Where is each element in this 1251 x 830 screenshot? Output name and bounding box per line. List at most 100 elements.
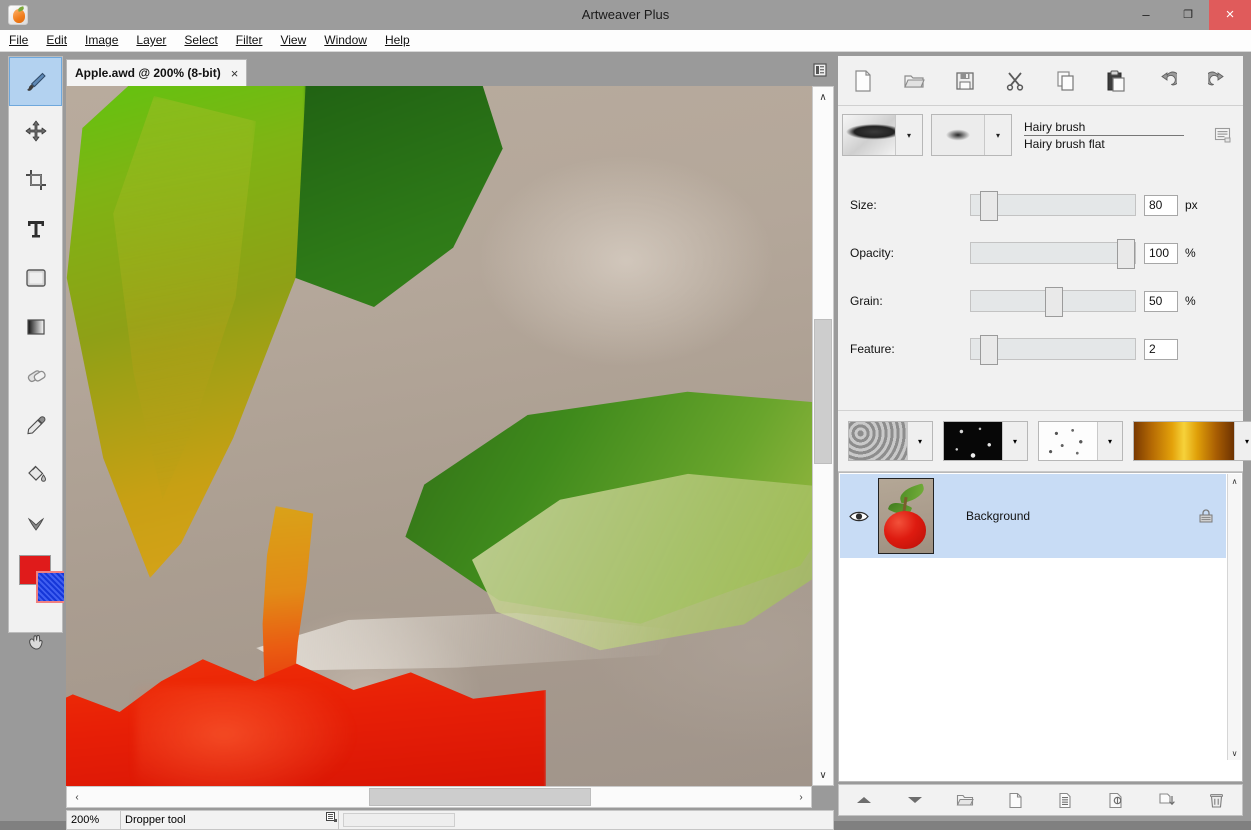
brush-options-icon[interactable] <box>1203 127 1243 143</box>
flow-map-dropdown-arrow[interactable]: ▾ <box>1002 422 1027 460</box>
document-tab-strip: Apple.awd @ 200% (8-bit) × <box>64 56 836 86</box>
gradient-tool[interactable] <box>9 302 62 351</box>
fill-tool[interactable] <box>9 449 62 498</box>
layer-lock-icon[interactable] <box>1186 508 1226 524</box>
size-slider-track[interactable] <box>970 194 1136 216</box>
brush-tool[interactable] <box>9 57 62 106</box>
scroll-down-button[interactable]: ∨ <box>813 765 833 785</box>
document-properties-icon[interactable] <box>812 62 828 78</box>
zoom-level-field[interactable]: 200% <box>67 811 121 829</box>
menu-select[interactable]: Select <box>175 30 226 51</box>
brush-variant-dropdown-arrow[interactable]: ▾ <box>984 115 1011 155</box>
dropper-tool[interactable] <box>9 400 62 449</box>
horizontal-scroll-thumb[interactable] <box>369 788 591 806</box>
copy-button[interactable] <box>1041 57 1092 105</box>
feature-slider-track[interactable] <box>970 338 1136 360</box>
menu-file[interactable]: File <box>0 30 37 51</box>
delete-layer-button[interactable] <box>1192 785 1242 815</box>
flow-map-combo[interactable]: ▾ <box>943 421 1028 461</box>
cut-button[interactable] <box>990 57 1041 105</box>
brush-category-combo[interactable]: ▾ <box>842 114 923 156</box>
lower-layer-button[interactable] <box>889 785 939 815</box>
scissors-icon <box>1005 71 1025 91</box>
canvas-artwork[interactable] <box>66 86 812 786</box>
menu-filter[interactable]: Filter <box>227 30 272 51</box>
grain-slider-knob[interactable] <box>1045 287 1063 317</box>
smudge-tool[interactable] <box>9 498 62 547</box>
maximize-icon: ❐ <box>1167 0 1209 30</box>
table-row[interactable]: Background <box>840 474 1226 558</box>
layers-scroll-down-button[interactable]: ∨ <box>1228 746 1241 760</box>
paper-texture-dropdown-arrow[interactable]: ▾ <box>907 422 932 460</box>
size-label: Size: <box>838 198 970 212</box>
flow-map-swatch <box>944 422 1002 460</box>
opacity-slider-track[interactable] <box>970 242 1136 264</box>
menu-help[interactable]: Help <box>376 30 419 51</box>
move-tool[interactable] <box>9 106 62 155</box>
layers-status-icon[interactable] <box>325 811 338 830</box>
paste-button[interactable] <box>1091 57 1142 105</box>
close-button[interactable]: × <box>1209 0 1251 30</box>
brush-variant-combo[interactable]: ▾ <box>931 114 1012 156</box>
opacity-label: Opacity: <box>838 246 970 260</box>
feature-slider-knob[interactable] <box>980 335 998 365</box>
size-value-input[interactable]: 80 <box>1144 195 1178 216</box>
menu-image[interactable]: Image <box>76 30 127 51</box>
size-unit-label: px <box>1185 198 1205 212</box>
color-swatches[interactable] <box>9 547 62 617</box>
menu-edit[interactable]: Edit <box>37 30 76 51</box>
canvas-vertical-scrollbar[interactable]: ∧ ∨ <box>812 86 834 786</box>
layer-properties-button[interactable] <box>1091 785 1141 815</box>
size-slider-knob[interactable] <box>980 191 998 221</box>
canvas-viewport[interactable] <box>66 86 836 786</box>
canvas-horizontal-scrollbar[interactable]: ‹ › <box>66 786 812 808</box>
redo-button[interactable] <box>1192 57 1243 105</box>
duplicate-layer-button[interactable] <box>1041 785 1091 815</box>
save-file-button[interactable] <box>939 57 990 105</box>
text-tool[interactable] <box>9 204 62 253</box>
scroll-left-button[interactable]: ‹ <box>67 787 87 807</box>
minimize-button[interactable]: – <box>1125 0 1167 30</box>
eraser-tool[interactable] <box>9 351 62 400</box>
gradient-combo[interactable]: ▾ <box>1133 421 1251 461</box>
save-disk-icon <box>955 71 975 91</box>
eye-visible-icon[interactable] <box>840 510 878 523</box>
menu-filter-label: Filter <box>236 33 263 47</box>
maximize-button[interactable]: ❐ <box>1167 0 1209 30</box>
new-layer-group-button[interactable] <box>940 785 990 815</box>
layers-scroll-up-button[interactable]: ∧ <box>1228 474 1241 488</box>
brush-selector-bar: ▾ ▾ Hairy brush Hairy brush flat <box>838 106 1243 164</box>
tab-close-icon[interactable]: × <box>231 66 239 81</box>
brush-category-dropdown-arrow[interactable]: ▾ <box>895 115 922 155</box>
merge-layer-button[interactable] <box>1141 785 1191 815</box>
grain-slider-track[interactable] <box>970 290 1136 312</box>
menu-window[interactable]: Window <box>315 30 376 51</box>
paper-texture-swatch <box>849 422 907 460</box>
scroll-right-button[interactable]: › <box>791 787 811 807</box>
feature-value-input[interactable]: 2 <box>1144 339 1178 360</box>
vertical-scroll-thumb[interactable] <box>814 319 832 464</box>
crop-tool[interactable] <box>9 155 62 204</box>
pattern-dropdown-arrow[interactable]: ▾ <box>1097 422 1122 460</box>
new-file-button[interactable] <box>838 57 889 105</box>
scroll-up-button[interactable]: ∧ <box>813 87 833 107</box>
hand-tool[interactable] <box>9 617 62 666</box>
menu-view[interactable]: View <box>271 30 315 51</box>
menu-layer[interactable]: Layer <box>127 30 175 51</box>
gradient-dropdown-arrow[interactable]: ▾ <box>1234 422 1251 460</box>
layers-scrollbar[interactable]: ∧ ∨ <box>1227 474 1241 760</box>
menu-image-label: Image <box>85 33 118 47</box>
opacity-slider-knob[interactable] <box>1117 239 1135 269</box>
shape-tool[interactable] <box>9 253 62 302</box>
trash-icon <box>1208 792 1225 809</box>
undo-button[interactable] <box>1142 57 1193 105</box>
document-tab[interactable]: Apple.awd @ 200% (8-bit) × <box>66 59 247 86</box>
active-tool-field: Dropper tool <box>121 811 339 829</box>
raise-layer-button[interactable] <box>839 785 889 815</box>
opacity-value-input[interactable]: 100 <box>1144 243 1178 264</box>
open-file-button[interactable] <box>889 57 940 105</box>
pattern-combo[interactable]: ▾ <box>1038 421 1123 461</box>
grain-value-input[interactable]: 50 <box>1144 291 1178 312</box>
new-layer-button[interactable] <box>990 785 1040 815</box>
paper-texture-combo[interactable]: ▾ <box>848 421 933 461</box>
